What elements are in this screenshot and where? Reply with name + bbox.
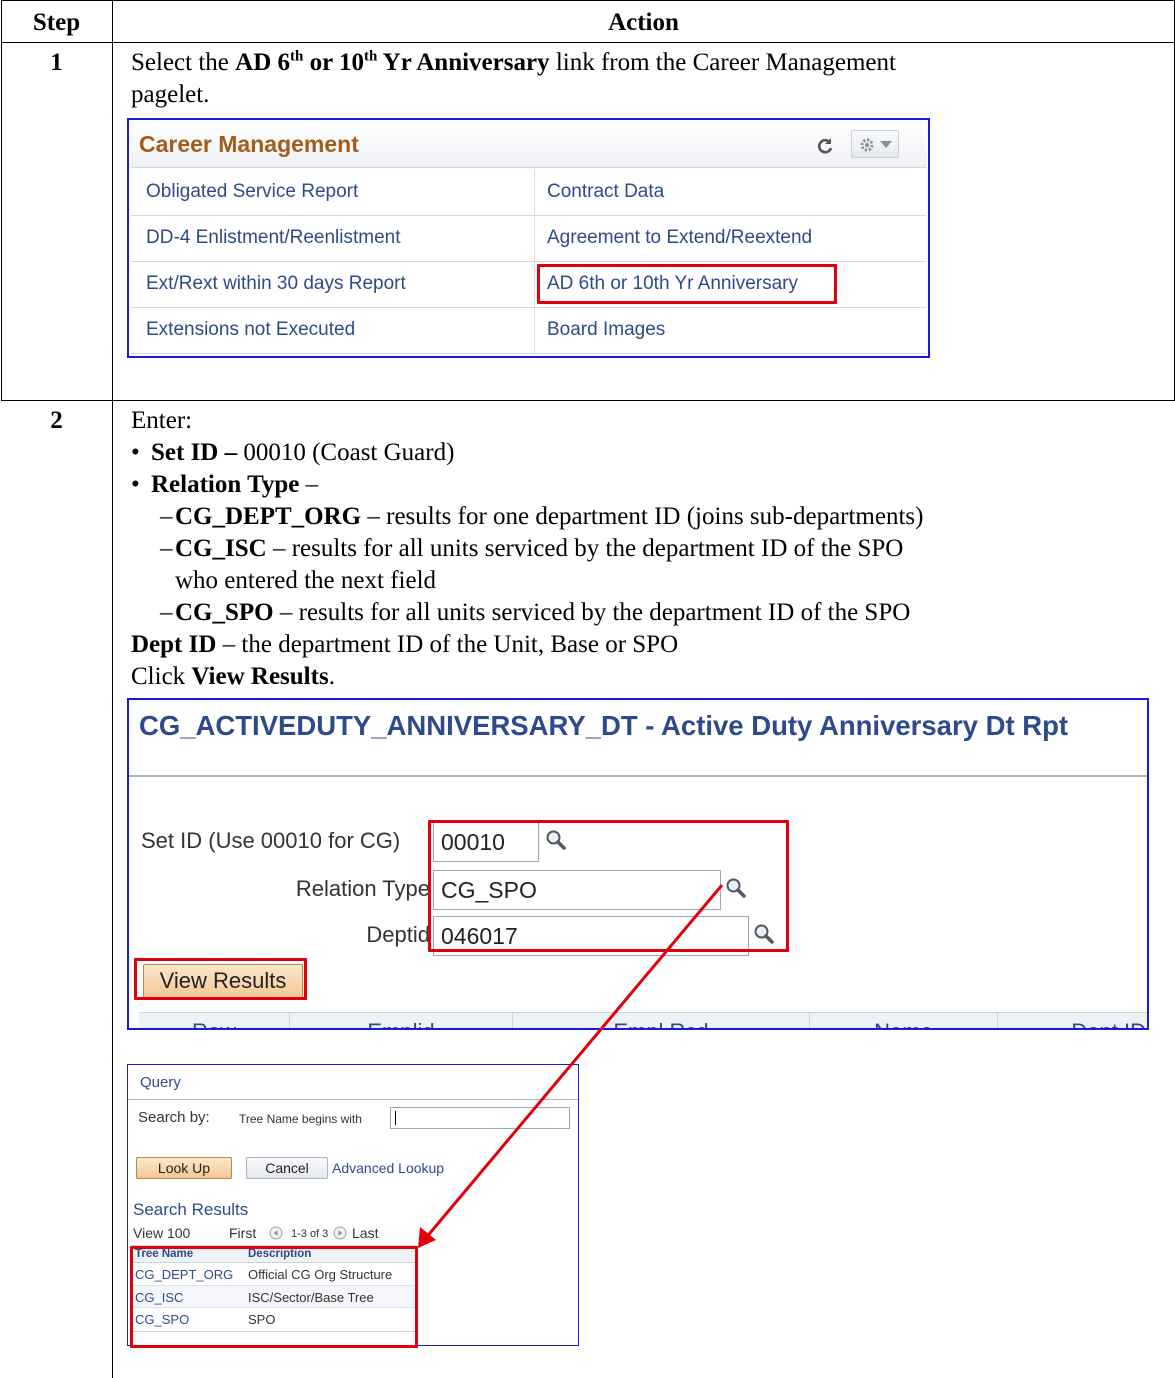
grid-header-empl-rcd: Empl Rcd bbox=[513, 1019, 809, 1028]
chevron-down-icon bbox=[880, 141, 892, 148]
link-board-images[interactable]: Board Images bbox=[547, 319, 665, 341]
header-step: Step bbox=[32, 9, 81, 36]
highlight-search-results bbox=[130, 1246, 418, 1348]
next-icon[interactable] bbox=[333, 1226, 347, 1240]
step2-bullet-setid: • Set ID – 00010 (Coast Guard) bbox=[131, 439, 455, 466]
step-number: 1 bbox=[50, 49, 63, 76]
setid-label: Set ID (Use 00010 for CG) bbox=[141, 828, 401, 853]
bullet-setid-bold: Set ID – bbox=[151, 439, 238, 466]
click-end: . bbox=[328, 663, 335, 690]
previous-icon[interactable] bbox=[269, 1226, 283, 1240]
step2-click: Click View Results. bbox=[131, 662, 335, 692]
step2-bullet-relation: • Relation Type – bbox=[131, 471, 319, 498]
step2-sub-spo: – CG_SPO – results for all units serviced… bbox=[160, 599, 911, 626]
bullet-setid-text: 00010 (Coast Guard) bbox=[237, 439, 455, 466]
row-divider bbox=[131, 261, 926, 262]
row-divider bbox=[131, 215, 926, 216]
grid-header-row: Row bbox=[139, 1019, 289, 1028]
step1-text-prefix: Select the bbox=[131, 49, 236, 76]
bullet-relation-bold: Relation Type bbox=[151, 471, 300, 498]
grid-header-name: Name bbox=[810, 1019, 997, 1028]
table-top-border bbox=[1, 0, 1175, 1]
row-divider bbox=[131, 307, 926, 308]
sub-isc-bold: CG_ISC bbox=[175, 535, 267, 562]
first-link[interactable]: First bbox=[229, 1225, 256, 1241]
step1-sup-b: th bbox=[364, 48, 378, 65]
view-100-link[interactable]: View 100 bbox=[133, 1225, 190, 1241]
last-link[interactable]: Last bbox=[352, 1225, 378, 1241]
step2-enter: Enter: bbox=[131, 407, 193, 434]
step-row-divider bbox=[1, 400, 1175, 401]
sub-spo-bold: CG_SPO bbox=[175, 599, 274, 626]
popup-title: Query bbox=[140, 1074, 181, 1091]
report-title: CG_ACTIVEDUTY_ANNIVERSARY_DT - Active Du… bbox=[139, 710, 1069, 741]
range-count: 1-3 of 3 bbox=[291, 1228, 329, 1240]
link-obligated-service-report[interactable]: Obligated Service Report bbox=[146, 181, 358, 203]
search-results-title: Search Results bbox=[133, 1200, 249, 1219]
highlight-input-fields bbox=[428, 820, 789, 952]
step2-sub-dept-org: – CG_DEPT_ORG – results for one departmen… bbox=[160, 503, 924, 530]
dept-text: – the department ID of the Unit, Base or… bbox=[216, 631, 679, 658]
dept-bold: Dept ID bbox=[131, 631, 217, 658]
link-dd4-enlistment[interactable]: DD-4 Enlistment/Reenlistment bbox=[146, 227, 400, 249]
cancel-button[interactable]: Cancel bbox=[246, 1157, 328, 1179]
step1-text-suffix: link from the Career Management bbox=[549, 49, 896, 76]
link-agreement-extend[interactable]: Agreement to Extend/Reextend bbox=[547, 227, 812, 249]
look-up-button[interactable]: Look Up bbox=[136, 1157, 232, 1179]
career-management-pagelet: Career Management Obligated Service Repo… bbox=[127, 118, 930, 358]
step1-bold-b: or 10 bbox=[303, 49, 364, 76]
header-row-divider bbox=[1, 42, 1175, 43]
deptid-label: Deptid bbox=[366, 922, 430, 947]
column-divider bbox=[534, 169, 535, 353]
settings-menu-button[interactable] bbox=[851, 130, 899, 158]
search-by-label: Search by: bbox=[138, 1109, 210, 1126]
popup-title-divider bbox=[128, 1099, 578, 1100]
click-bold: View Results bbox=[191, 663, 329, 690]
search-input[interactable] bbox=[390, 1107, 570, 1129]
step1-bold-c: Yr Anniversary bbox=[377, 49, 550, 76]
advanced-lookup-link[interactable]: Advanced Lookup bbox=[332, 1160, 444, 1176]
grid-header-dept-id: Dept ID bbox=[998, 1019, 1147, 1028]
highlight-ad-anniversary bbox=[537, 264, 837, 304]
step-number: 2 bbox=[50, 407, 63, 434]
step1-bold-a: AD 6 bbox=[235, 49, 290, 76]
step2-sub-isc: – CG_ISC – results for all units serviced… bbox=[160, 535, 904, 562]
gear-icon bbox=[860, 138, 874, 152]
step1-instruction-line2: pagelet. bbox=[131, 81, 210, 108]
step1-instruction: Select the AD 6th or 10th Yr Anniversary… bbox=[131, 48, 1171, 78]
row-divider bbox=[131, 353, 926, 354]
step2-sub-isc-line2: who entered the next field bbox=[175, 567, 437, 594]
bullet-relation-text: – bbox=[299, 471, 319, 498]
link-ext-rext-report[interactable]: Ext/Rext within 30 days Report bbox=[146, 273, 406, 295]
pagelet-title: Career Management bbox=[139, 131, 359, 157]
sub-isc-text: – results for all units serviced by the … bbox=[266, 535, 904, 562]
relation-type-label: Relation Type bbox=[295, 876, 430, 901]
title-divider bbox=[129, 775, 1147, 777]
sub-dept-org-bold: CG_DEPT_ORG bbox=[175, 503, 362, 530]
link-extensions-not-executed[interactable]: Extensions not Executed bbox=[146, 319, 355, 341]
click-text: Click bbox=[131, 663, 192, 690]
search-criteria-text: Tree Name begins with bbox=[239, 1112, 362, 1126]
refresh-icon[interactable] bbox=[815, 136, 835, 156]
grid-header-emplid: Emplid bbox=[290, 1019, 512, 1028]
text-cursor bbox=[395, 1111, 396, 1125]
sub-dept-org-text: – results for one department ID (joins s… bbox=[361, 503, 924, 530]
sub-spo-text: – results for all units serviced by the … bbox=[273, 599, 911, 626]
header-action: Action bbox=[608, 9, 679, 36]
step-column-divider bbox=[112, 0, 113, 1378]
step1-sup-a: th bbox=[290, 48, 304, 65]
step2-dept: Dept ID – the department ID of the Unit,… bbox=[131, 630, 678, 660]
link-contract-data[interactable]: Contract Data bbox=[547, 181, 664, 203]
highlight-view-results bbox=[134, 958, 307, 1000]
